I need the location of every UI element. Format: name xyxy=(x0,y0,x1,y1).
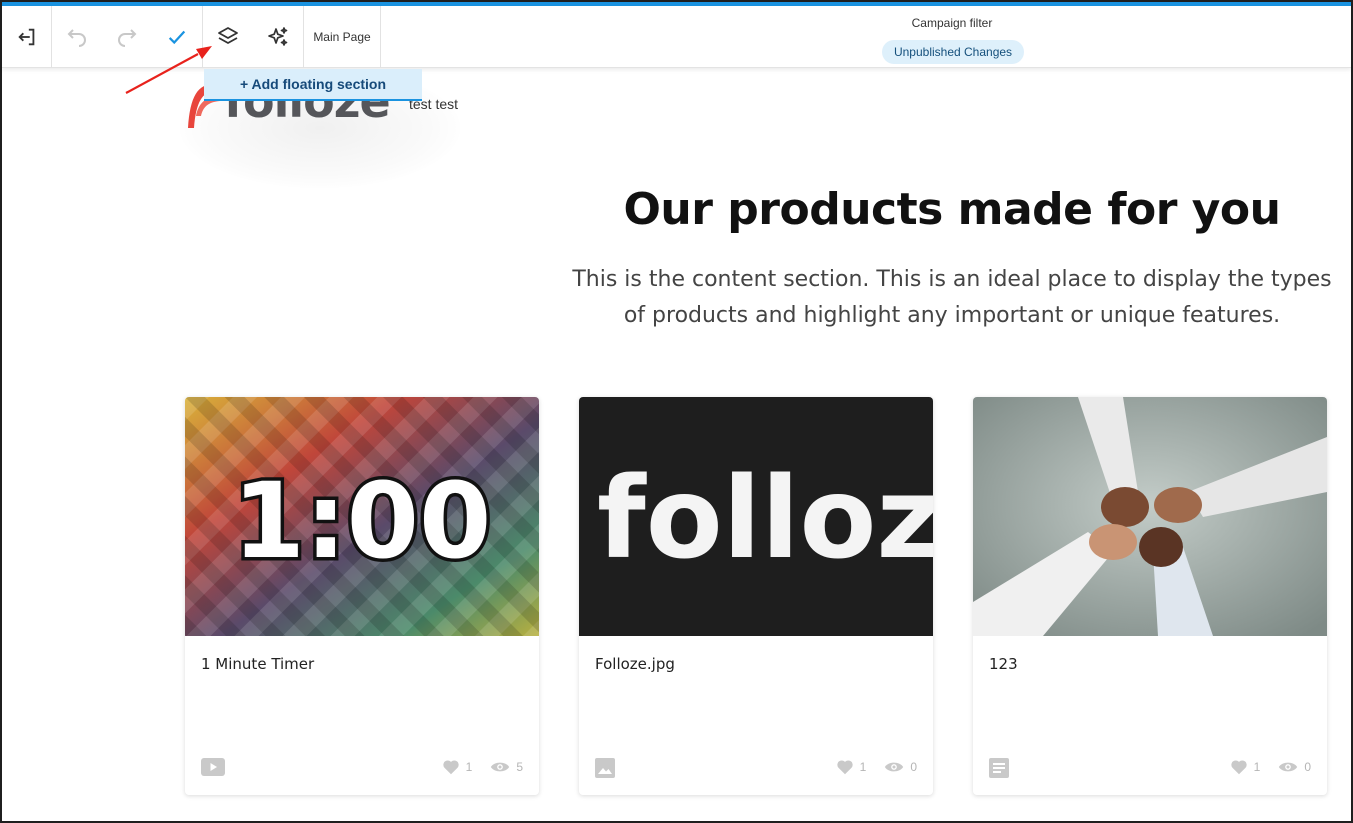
eye-icon xyxy=(491,762,510,772)
editor-toolbar: Main Page Campaign filter Unpublished Ch… xyxy=(2,6,1351,68)
card-thumbnail: 1:00 xyxy=(185,397,539,636)
unpublished-changes-badge[interactable]: Unpublished Changes xyxy=(882,40,1024,64)
card-thumbnail xyxy=(973,397,1327,636)
heart-icon[interactable] xyxy=(836,759,854,775)
card-stats: 1 0 xyxy=(836,759,917,775)
publish-check-button[interactable] xyxy=(152,6,202,68)
redo-button[interactable] xyxy=(102,6,152,68)
description-line: of products and highlight any important … xyxy=(623,303,1281,328)
video-icon xyxy=(201,758,225,776)
views-count: 0 xyxy=(910,760,917,774)
layers-button[interactable] xyxy=(203,6,253,68)
card-title: 123 xyxy=(989,655,1018,673)
eye-icon xyxy=(1279,762,1298,772)
exit-button[interactable] xyxy=(2,6,52,68)
eye-icon xyxy=(885,762,904,772)
thumbnail-text: 1:00 xyxy=(233,460,492,582)
redo-icon xyxy=(118,29,137,47)
undo-icon xyxy=(67,29,86,47)
image-icon xyxy=(595,758,615,778)
content-card[interactable]: folloz Folloze.jpg 1 0 xyxy=(579,397,933,795)
section-headline: Our products made for you xyxy=(623,184,1281,235)
document-icon xyxy=(989,758,1009,778)
views-count: 5 xyxy=(516,760,523,774)
card-stats: 1 5 xyxy=(442,759,523,775)
content-card[interactable]: 1:00 1 Minute Timer 1 5 xyxy=(185,397,539,795)
card-stats: 1 0 xyxy=(1230,759,1311,775)
heart-icon[interactable] xyxy=(442,759,460,775)
check-icon xyxy=(168,30,186,45)
main-page-selector[interactable]: Main Page xyxy=(304,6,380,68)
card-title: 1 Minute Timer xyxy=(201,655,315,673)
likes-count: 1 xyxy=(465,760,473,774)
content-card[interactable]: 123 1 0 xyxy=(973,397,1327,795)
likes-count: 1 xyxy=(859,760,867,774)
exit-icon xyxy=(18,28,35,46)
add-floating-section-button[interactable]: + Add floating section xyxy=(204,69,422,101)
thumbnail-text: folloz xyxy=(597,454,933,584)
description-line: This is the content section. This is an … xyxy=(572,267,1332,292)
undo-button[interactable] xyxy=(52,6,102,68)
sparkles-icon xyxy=(268,27,288,46)
toolbar-divider xyxy=(380,6,381,68)
layers-icon xyxy=(218,27,238,44)
section-description: This is the content section. This is an … xyxy=(562,262,1342,334)
likes-count: 1 xyxy=(1253,760,1261,774)
views-count: 0 xyxy=(1304,760,1311,774)
heart-icon[interactable] xyxy=(1230,759,1248,775)
campaign-filter-label[interactable]: Campaign filter xyxy=(862,16,1042,30)
ai-sparkles-button[interactable] xyxy=(253,6,303,68)
card-thumbnail: folloz xyxy=(579,397,933,636)
card-title: Folloze.jpg xyxy=(595,655,675,673)
